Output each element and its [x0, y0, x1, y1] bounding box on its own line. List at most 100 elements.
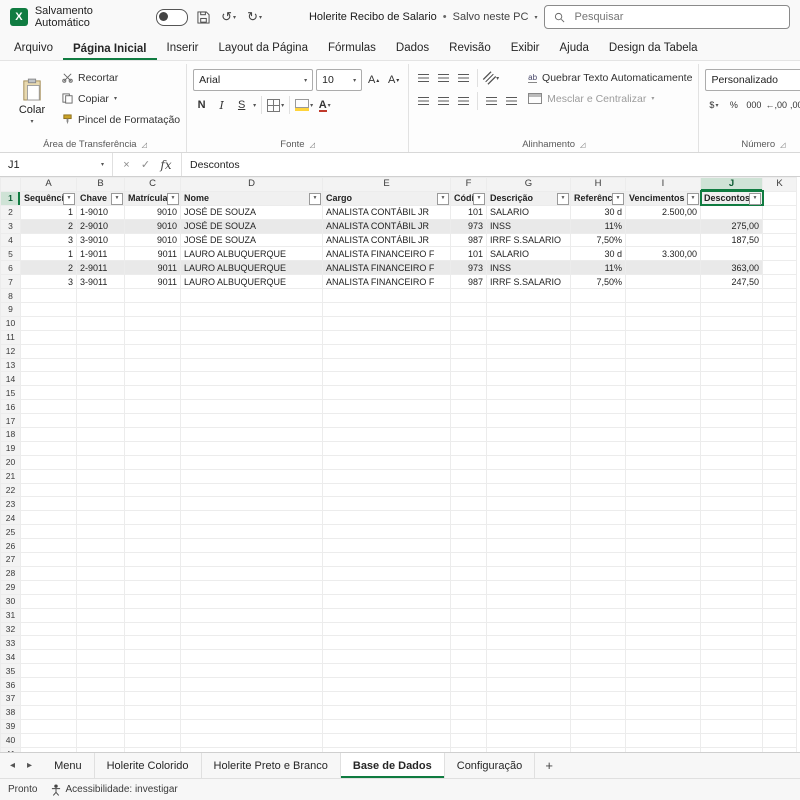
filter-icon-J[interactable]: ▼	[749, 193, 761, 205]
tab-design-da-tabela[interactable]: Design da Tabela	[599, 37, 708, 60]
row-header-17[interactable]: 17	[1, 414, 21, 428]
cell-I15[interactable]	[626, 386, 701, 400]
cell-G35[interactable]	[487, 664, 571, 678]
cell-I18[interactable]	[626, 428, 701, 442]
row-header-16[interactable]: 16	[1, 400, 21, 414]
cell-J23[interactable]	[701, 497, 763, 511]
cell-K3[interactable]	[763, 219, 797, 233]
cell-H26[interactable]	[571, 539, 626, 553]
borders-button[interactable]: ▾	[267, 96, 284, 114]
row-header-21[interactable]: 21	[1, 469, 21, 483]
cell-E18[interactable]	[323, 428, 451, 442]
cell-D27[interactable]	[181, 553, 323, 567]
cell-B23[interactable]	[77, 497, 125, 511]
search-box[interactable]	[544, 5, 790, 29]
cell-B31[interactable]	[77, 608, 125, 622]
cell-F15[interactable]	[451, 386, 487, 400]
row-header-30[interactable]: 30	[1, 594, 21, 608]
cell-C8[interactable]	[125, 289, 181, 303]
cell-B28[interactable]	[77, 566, 125, 580]
cell-E36[interactable]	[323, 678, 451, 692]
cell-C39[interactable]	[125, 719, 181, 733]
cell-C18[interactable]	[125, 428, 181, 442]
cell-J39[interactable]	[701, 719, 763, 733]
cell-G18[interactable]	[487, 428, 571, 442]
cell-C38[interactable]	[125, 705, 181, 719]
cell-J14[interactable]	[701, 372, 763, 386]
confirm-entry-button[interactable]: ✓	[137, 158, 154, 171]
cell-C12[interactable]	[125, 344, 181, 358]
cell-C16[interactable]	[125, 400, 181, 414]
cell-B33[interactable]	[77, 636, 125, 650]
insert-function-button[interactable]: fx	[156, 158, 176, 172]
column-header-E[interactable]: E	[323, 178, 451, 192]
cell-J38[interactable]	[701, 705, 763, 719]
cell-C25[interactable]	[125, 525, 181, 539]
cell-E24[interactable]	[323, 511, 451, 525]
cell-J7[interactable]: 247,50	[701, 275, 763, 289]
cell-I38[interactable]	[626, 705, 701, 719]
cell-B14[interactable]	[77, 372, 125, 386]
increase-decimal-button[interactable]: ←,00	[765, 96, 787, 114]
cell-B13[interactable]	[77, 358, 125, 372]
cell-C26[interactable]	[125, 539, 181, 553]
cell-K6[interactable]	[763, 261, 797, 275]
cell-J32[interactable]	[701, 622, 763, 636]
cell-A19[interactable]	[21, 441, 77, 455]
row-header-14[interactable]: 14	[1, 372, 21, 386]
font-size-select[interactable]: 10 ▾	[316, 69, 362, 91]
cell-A33[interactable]	[21, 636, 77, 650]
cell-A38[interactable]	[21, 705, 77, 719]
row-header-15[interactable]: 15	[1, 386, 21, 400]
cell-A24[interactable]	[21, 511, 77, 525]
cell-E30[interactable]	[323, 594, 451, 608]
cell-G16[interactable]	[487, 400, 571, 414]
cell-A31[interactable]	[21, 608, 77, 622]
cell-F36[interactable]	[451, 678, 487, 692]
cell-I17[interactable]	[626, 414, 701, 428]
cell-J35[interactable]	[701, 664, 763, 678]
align-middle-button[interactable]	[435, 69, 452, 87]
undo-button[interactable]: ↺▾	[219, 7, 238, 27]
cell-E25[interactable]	[323, 525, 451, 539]
cell-D40[interactable]	[181, 733, 323, 747]
cell-A14[interactable]	[21, 372, 77, 386]
cell-F12[interactable]	[451, 344, 487, 358]
cell-E33[interactable]	[323, 636, 451, 650]
cell-K14[interactable]	[763, 372, 797, 386]
cell-A5[interactable]: 1	[21, 247, 77, 261]
cell-C13[interactable]	[125, 358, 181, 372]
cell-D7[interactable]: LAURO ALBUQUERQUE	[181, 275, 323, 289]
cell-K36[interactable]	[763, 678, 797, 692]
cell-K33[interactable]	[763, 636, 797, 650]
cell-D15[interactable]	[181, 386, 323, 400]
cell-D6[interactable]: LAURO ALBUQUERQUE	[181, 261, 323, 275]
cell-B9[interactable]	[77, 303, 125, 317]
cell-H8[interactable]	[571, 289, 626, 303]
cell-J40[interactable]	[701, 733, 763, 747]
cell-B19[interactable]	[77, 441, 125, 455]
cell-I5[interactable]: 3.300,00	[626, 247, 701, 261]
cell-E29[interactable]	[323, 580, 451, 594]
cell-G14[interactable]	[487, 372, 571, 386]
cell-H38[interactable]	[571, 705, 626, 719]
cell-K5[interactable]	[763, 247, 797, 261]
cell-B10[interactable]	[77, 316, 125, 330]
cell-F23[interactable]	[451, 497, 487, 511]
cell-G20[interactable]	[487, 455, 571, 469]
cell-C37[interactable]	[125, 691, 181, 705]
cell-H14[interactable]	[571, 372, 626, 386]
cell-H16[interactable]	[571, 400, 626, 414]
cell-J4[interactable]: 187,50	[701, 233, 763, 247]
cell-E31[interactable]	[323, 608, 451, 622]
cell-D22[interactable]	[181, 483, 323, 497]
cell-B7[interactable]: 3-9011	[77, 275, 125, 289]
cell-J31[interactable]	[701, 608, 763, 622]
cell-I23[interactable]	[626, 497, 701, 511]
cell-J6[interactable]: 363,00	[701, 261, 763, 275]
cell-C34[interactable]	[125, 650, 181, 664]
cell-K11[interactable]	[763, 330, 797, 344]
cell-C1[interactable]: Matrícula▼	[125, 191, 181, 205]
cell-G15[interactable]	[487, 386, 571, 400]
cell-D2[interactable]: JOSÉ DE SOUZA	[181, 205, 323, 219]
